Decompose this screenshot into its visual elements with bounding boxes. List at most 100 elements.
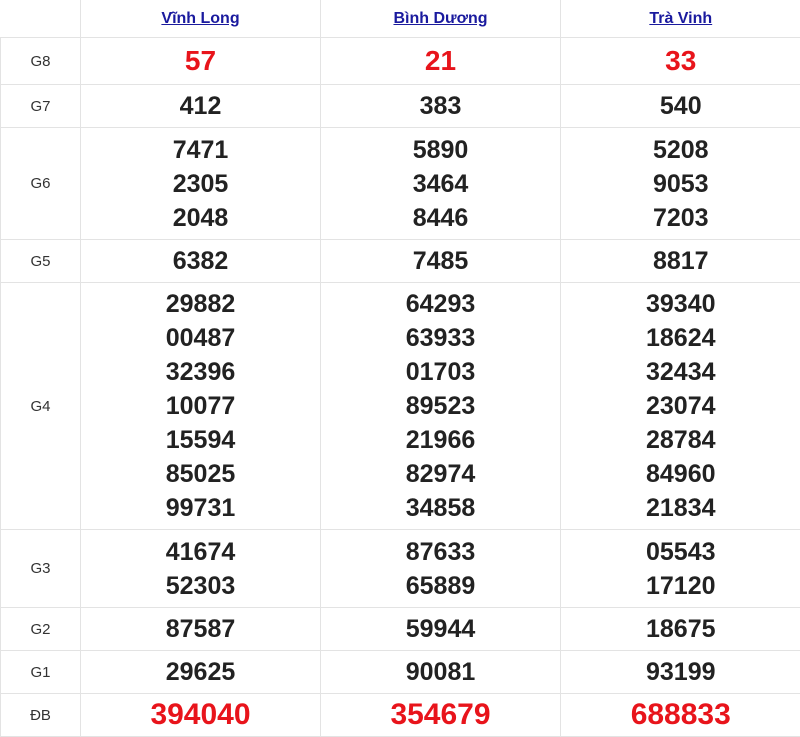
header-row: Vĩnh Long Bình Dương Trà Vinh: [1, 0, 800, 38]
province-link-binh-duong[interactable]: Bình Dương: [393, 10, 487, 27]
prize-number: 00487: [81, 321, 320, 355]
prize-number: 540: [561, 89, 800, 123]
prize-cell: 0554317120: [561, 530, 800, 608]
prize-cell: 87587: [81, 608, 321, 651]
prize-cell: 8817: [561, 240, 800, 283]
prize-number: 5890: [321, 133, 560, 167]
prize-cell: 688833: [561, 694, 800, 737]
prize-cell: 21: [321, 38, 561, 85]
province-link-tra-vinh[interactable]: Trà Vinh: [649, 10, 712, 27]
prize-number: 8446: [321, 201, 560, 235]
prize-number: 7485: [321, 244, 560, 278]
prize-number: 3464: [321, 167, 560, 201]
prize-number: 18624: [561, 321, 800, 355]
prize-number: 29882: [81, 287, 320, 321]
prize-number: 52303: [81, 569, 320, 603]
prize-row-g5: G5638274858817: [1, 240, 800, 283]
prize-number: 2305: [81, 167, 320, 201]
prize-number: 34858: [321, 491, 560, 525]
prize-number: 85025: [81, 457, 320, 491]
prize-number: 87587: [81, 612, 320, 646]
prize-number: 41674: [81, 535, 320, 569]
prize-number: 10077: [81, 389, 320, 423]
prize-cell: 589034648446: [321, 128, 561, 240]
prize-number: 99731: [81, 491, 320, 525]
prize-number: 2048: [81, 201, 320, 235]
prize-number: 65889: [321, 569, 560, 603]
prize-number: 394040: [81, 698, 320, 732]
prize-cell: 90081: [321, 651, 561, 694]
prize-number: 9053: [561, 167, 800, 201]
prize-number: 5208: [561, 133, 800, 167]
prize-number: 688833: [561, 698, 800, 732]
prize-number: 63933: [321, 321, 560, 355]
prize-number: 59944: [321, 612, 560, 646]
prize-row-db: ĐB394040354679688833: [1, 694, 800, 737]
prize-cell: 59944: [321, 608, 561, 651]
prize-number: 23074: [561, 389, 800, 423]
prize-number: 17120: [561, 569, 800, 603]
prize-cell: 93199: [561, 651, 800, 694]
prize-number: 29625: [81, 655, 320, 689]
prize-row-g6: G6747123052048589034648446520890537203: [1, 128, 800, 240]
prize-row-g2: G2875875994418675: [1, 608, 800, 651]
prize-number: 412: [81, 89, 320, 123]
prize-label: G7: [1, 85, 81, 128]
prize-label: G8: [1, 38, 81, 85]
prize-cell: 383: [321, 85, 561, 128]
prize-number: 18675: [561, 612, 800, 646]
prize-number: 93199: [561, 655, 800, 689]
prize-row-g1: G1296259008193199: [1, 651, 800, 694]
prize-number: 84960: [561, 457, 800, 491]
prize-number: 32434: [561, 355, 800, 389]
prize-number: 32396: [81, 355, 320, 389]
prize-number: 28784: [561, 423, 800, 457]
prize-row-g4: G429882004873239610077155948502599731642…: [1, 283, 800, 530]
prize-number: 21834: [561, 491, 800, 525]
prize-cell: 64293639330170389523219668297434858: [321, 283, 561, 530]
prize-cell: 354679: [321, 694, 561, 737]
prize-cell: 7485: [321, 240, 561, 283]
prize-number: 87633: [321, 535, 560, 569]
prize-label: G4: [1, 283, 81, 530]
prize-cell: 6382: [81, 240, 321, 283]
prize-cell: 8763365889: [321, 530, 561, 608]
prize-cell: 394040: [81, 694, 321, 737]
prize-number: 383: [321, 89, 560, 123]
prize-cell: 18675: [561, 608, 800, 651]
prize-label: G5: [1, 240, 81, 283]
prize-cell: 57: [81, 38, 321, 85]
prize-number: 57: [81, 44, 320, 78]
province-header-2: Trà Vinh: [561, 0, 800, 38]
prize-number: 33: [561, 44, 800, 78]
prize-number: 21: [321, 44, 560, 78]
prize-row-g8: G8572133: [1, 38, 800, 85]
prize-number: 89523: [321, 389, 560, 423]
province-link-vinh-long[interactable]: Vĩnh Long: [161, 10, 239, 27]
prize-number: 01703: [321, 355, 560, 389]
prize-number: 15594: [81, 423, 320, 457]
prize-number: 39340: [561, 287, 800, 321]
lottery-results-table: Vĩnh Long Bình Dương Trà Vinh G8572133G7…: [0, 0, 800, 737]
prize-cell: 520890537203: [561, 128, 800, 240]
prize-cell: 29882004873239610077155948502599731: [81, 283, 321, 530]
prize-label: G3: [1, 530, 81, 608]
prize-cell: 29625: [81, 651, 321, 694]
results-body: G8572133G7412383540G67471230520485890346…: [1, 38, 800, 737]
prize-number: 90081: [321, 655, 560, 689]
prize-label: G2: [1, 608, 81, 651]
prize-number: 7203: [561, 201, 800, 235]
prize-row-g3: G3416745230387633658890554317120: [1, 530, 800, 608]
prize-cell: 412: [81, 85, 321, 128]
prize-label: G6: [1, 128, 81, 240]
prize-number: 8817: [561, 244, 800, 278]
prize-number: 64293: [321, 287, 560, 321]
prize-cell: 33: [561, 38, 800, 85]
province-header-1: Bình Dương: [321, 0, 561, 38]
prize-number: 82974: [321, 457, 560, 491]
prize-cell: 4167452303: [81, 530, 321, 608]
prize-number: 05543: [561, 535, 800, 569]
prize-label: G1: [1, 651, 81, 694]
prize-number: 354679: [321, 698, 560, 732]
header-corner: [1, 0, 81, 38]
